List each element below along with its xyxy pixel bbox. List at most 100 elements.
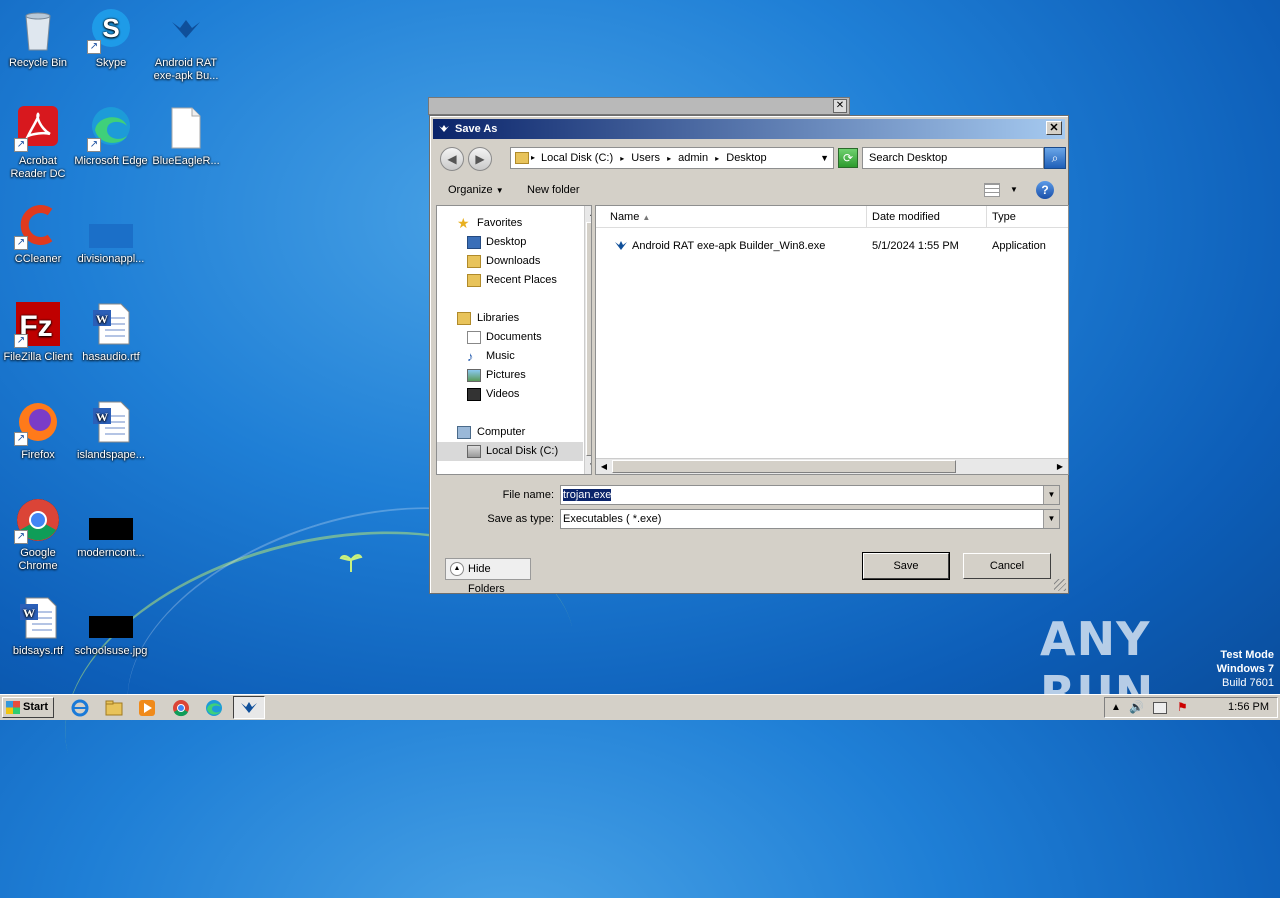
nav-item-music[interactable]: ♪ Music	[465, 347, 583, 366]
ccleaner-icon: ↗	[14, 202, 62, 250]
back-button[interactable]: ◀	[440, 147, 464, 171]
scrollbar-thumb[interactable]	[586, 222, 591, 456]
desktop-icon-hasaudio[interactable]: W hasaudio.rtf	[73, 300, 149, 364]
media-player-icon[interactable]	[137, 698, 157, 718]
search-icon[interactable]: ⌕	[1044, 147, 1066, 169]
network-icon[interactable]	[1153, 702, 1167, 714]
scrollbar-thumb[interactable]	[612, 460, 956, 473]
nav-item-local-disk[interactable]: Local Disk (C:)	[437, 442, 583, 461]
nav-label: Documents	[486, 331, 542, 343]
star-icon: ★	[457, 215, 470, 231]
desktop-icon-bidsays[interactable]: W bidsays.rtf	[0, 594, 76, 658]
nav-item-recent-places[interactable]: Recent Places	[465, 271, 583, 290]
scroll-left-arrow-icon[interactable]: ◀	[597, 460, 611, 473]
show-hidden-icons-icon[interactable]: ▲	[1111, 698, 1121, 717]
nav-item-desktop[interactable]: Desktop	[465, 233, 583, 252]
file-name-value: trojan.exe	[563, 489, 612, 501]
nav-item-videos[interactable]: Videos	[465, 385, 583, 404]
taskbar: Start ▲ 🔊 ⚑ 1:56 PM	[0, 694, 1280, 720]
nav-item-pictures[interactable]: Pictures	[465, 366, 583, 385]
svg-text:W: W	[23, 606, 35, 620]
column-header-date[interactable]: Date modified	[867, 206, 987, 228]
desktop-icon-edge[interactable]: ↗ Microsoft Edge	[73, 104, 149, 168]
file-name-label: File name:	[502, 489, 554, 501]
nav-item-libraries[interactable]: Libraries	[455, 309, 583, 328]
recent-places-icon	[467, 274, 481, 287]
desktop-icon-android-rat[interactable]: Android RAT exe-apk Bu...	[148, 6, 224, 83]
breadcrumb-desktop[interactable]: Desktop	[726, 152, 766, 164]
desktop-icon-moderncont[interactable]: moderncont...	[73, 496, 149, 560]
desktop-icon-ccleaner[interactable]: ↗ CCleaner	[0, 202, 76, 266]
toolbar: Organize ▼ New folder ▼ ?	[434, 178, 1066, 202]
nav-item-favorites[interactable]: ★ Favorites	[455, 214, 583, 233]
hide-folders-button[interactable]: ▲ Hide Folders	[445, 558, 531, 595]
breadcrumb-users[interactable]: Users	[631, 152, 660, 164]
organize-button[interactable]: Organize ▼	[442, 178, 510, 203]
thumbnail-icon	[87, 202, 135, 250]
desktop-icon-chrome[interactable]: ↗ Google Chrome	[0, 496, 76, 573]
forward-button[interactable]: ▶	[468, 147, 492, 171]
chevron-down-icon[interactable]: ▼	[1043, 510, 1059, 528]
file-name-field[interactable]: trojan.exe ▼	[560, 485, 1060, 505]
save-as-type-label: Save as type:	[487, 513, 554, 525]
desktop-icon	[467, 236, 481, 249]
computer-icon	[457, 426, 471, 439]
desktop-icon-label: schoolsuse.jpg	[74, 645, 148, 657]
start-label: Start	[23, 701, 49, 713]
column-header-name[interactable]: Name ▲	[596, 206, 867, 228]
word-document-icon: W	[87, 398, 135, 446]
scroll-up-arrow-icon[interactable]: ▲	[586, 207, 591, 221]
refresh-button[interactable]: ⟳	[838, 148, 858, 168]
new-folder-button[interactable]: New folder	[521, 178, 586, 202]
close-icon[interactable]: ✕	[833, 99, 847, 113]
nav-scrollbar[interactable]: ▲ ▼	[584, 206, 591, 474]
scroll-down-arrow-icon[interactable]: ▼	[586, 459, 591, 473]
column-header-type[interactable]: Type	[987, 206, 1068, 228]
taskbar-item-android-rat[interactable]	[233, 696, 265, 719]
nav-item-computer[interactable]: Computer	[455, 423, 583, 442]
background-window[interactable]: ✕	[428, 97, 850, 115]
edge-icon[interactable]	[204, 698, 224, 718]
file-row[interactable]: Android RAT exe-apk Builder_Win8.exe 5/1…	[596, 237, 1068, 255]
file-type: Application	[992, 240, 1046, 252]
desktop-icon-firefox[interactable]: ↗ Firefox	[0, 398, 76, 462]
save-as-type-select[interactable]: Executables ( *.exe) ▼	[560, 509, 1060, 529]
help-icon[interactable]: ?	[1036, 181, 1054, 199]
volume-icon[interactable]: 🔊	[1129, 698, 1144, 717]
desktop-icon-label: bidsays.rtf	[12, 645, 64, 657]
edge-icon: ↗	[87, 104, 135, 152]
search-input[interactable]: Search Desktop	[862, 147, 1044, 169]
action-center-flag-icon[interactable]: ⚑	[1177, 698, 1188, 717]
desktop-icon-schoolsuse[interactable]: schoolsuse.jpg	[73, 594, 149, 658]
chrome-icon[interactable]	[171, 698, 191, 718]
nav-item-documents[interactable]: Documents	[465, 328, 583, 347]
scroll-right-arrow-icon[interactable]: ▶	[1053, 460, 1067, 473]
save-button[interactable]: Save	[862, 552, 950, 580]
nav-label: Local Disk (C:)	[486, 445, 559, 457]
taskbar-clock[interactable]: 1:56 PM	[1228, 698, 1269, 717]
desktop-icon-filezilla[interactable]: Fz ↗ FileZilla Client	[0, 300, 76, 364]
desktop-icon-skype[interactable]: S ↗ Skype	[73, 6, 149, 70]
cancel-button[interactable]: Cancel	[963, 553, 1051, 579]
breadcrumb-admin[interactable]: admin	[678, 152, 708, 164]
hide-folders-label: Hide Folders	[468, 563, 505, 595]
desktop-icon-recycle-bin[interactable]: Recycle Bin	[0, 6, 76, 70]
horizontal-scrollbar[interactable]: ◀ ▶	[596, 458, 1068, 474]
dialog-title-bar[interactable]: Save As ✕	[433, 119, 1065, 139]
internet-explorer-icon[interactable]	[70, 698, 90, 718]
start-button[interactable]: Start	[2, 697, 54, 718]
desktop-icon-divisionappl[interactable]: divisionappl...	[73, 202, 149, 266]
chevron-down-icon[interactable]: ▼	[820, 148, 829, 168]
chevron-down-icon[interactable]: ▼	[1010, 178, 1018, 202]
file-explorer-icon[interactable]	[104, 698, 124, 718]
nav-item-downloads[interactable]: Downloads	[465, 252, 583, 271]
desktop-icon-acrobat[interactable]: ↗ Acrobat Reader DC	[0, 104, 76, 181]
chevron-down-icon[interactable]: ▼	[1043, 486, 1059, 504]
desktop-icon-blueeagle[interactable]: BlueEagleR...	[148, 104, 224, 168]
breadcrumb-local-disk[interactable]: Local Disk (C:)	[541, 152, 613, 164]
resize-grip[interactable]	[1054, 579, 1066, 591]
address-bar[interactable]: ▸ Local Disk (C:) ▸ Users ▸ admin ▸ Desk…	[510, 147, 834, 169]
desktop-icon-islandspape[interactable]: W islandspape...	[73, 398, 149, 462]
close-button[interactable]: ✕	[1046, 121, 1062, 135]
view-options-icon[interactable]	[984, 183, 1000, 197]
